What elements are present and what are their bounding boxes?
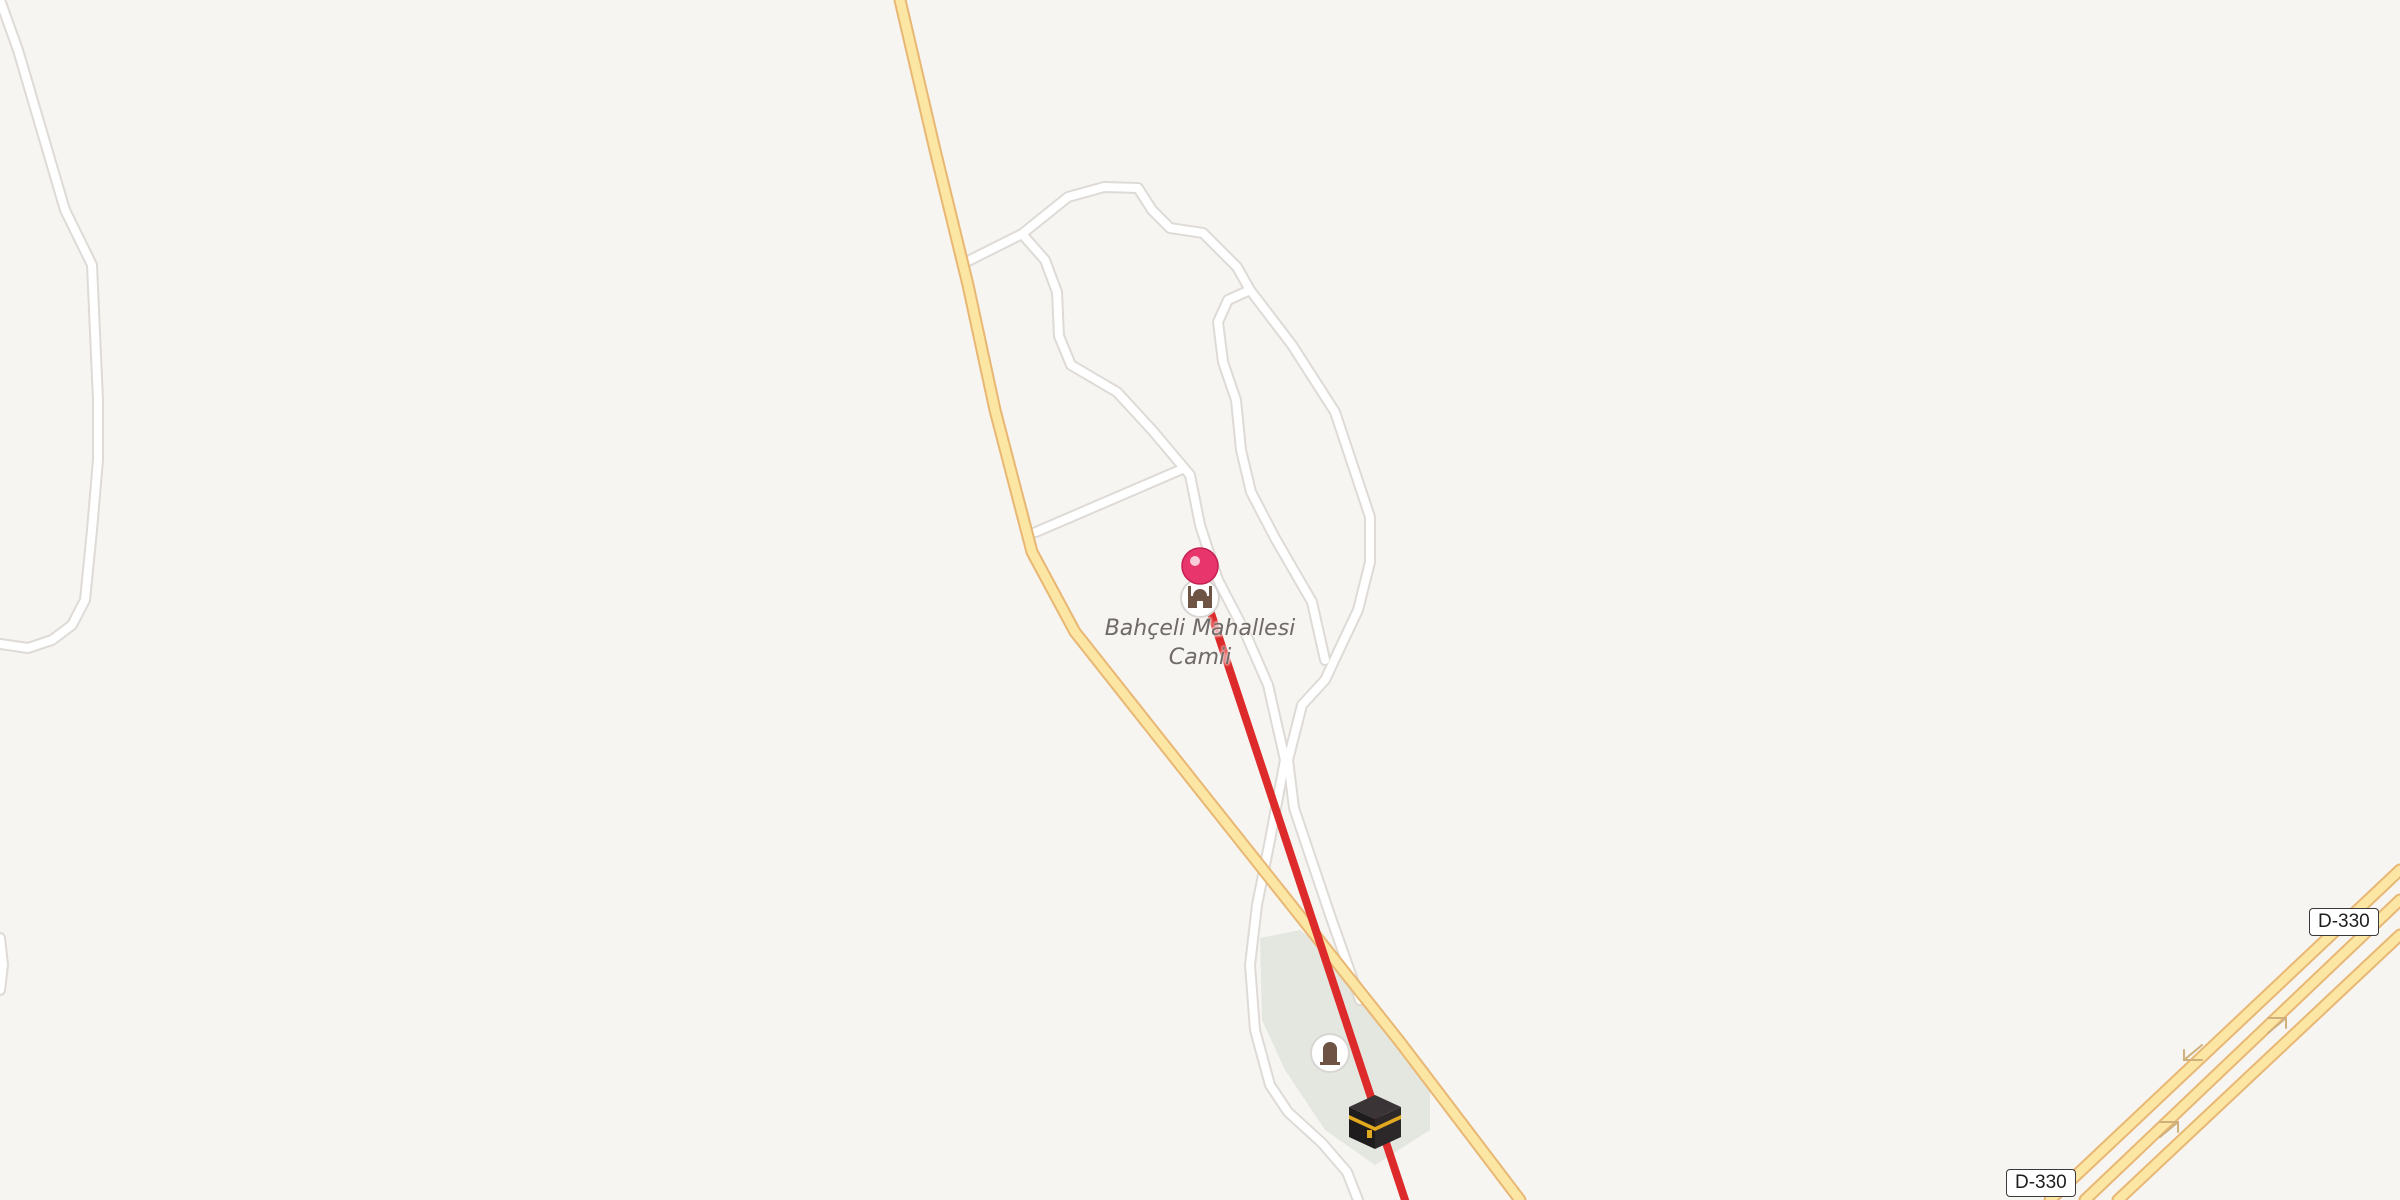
- mosque-name-label[interactable]: Bahçeli Mahallesi Camii: [1080, 614, 1320, 672]
- map-layer[interactable]: [0, 0, 2400, 1200]
- location-marker-pin[interactable]: [1181, 547, 1219, 585]
- minor-roads: [0, 0, 1376, 1200]
- road-shield-d330: D-330: [2309, 908, 2379, 936]
- mosque-name-line2: Camii: [1168, 645, 1232, 670]
- mosque-name-line1: Bahçeli Mahallesi: [1104, 616, 1296, 641]
- cemetery-icon[interactable]: [1310, 1033, 1350, 1073]
- road-shield-d330: D-330: [2006, 1169, 2076, 1197]
- map-canvas[interactable]: Bahçeli Mahallesi Camii D-330 D-330: [0, 0, 2400, 1200]
